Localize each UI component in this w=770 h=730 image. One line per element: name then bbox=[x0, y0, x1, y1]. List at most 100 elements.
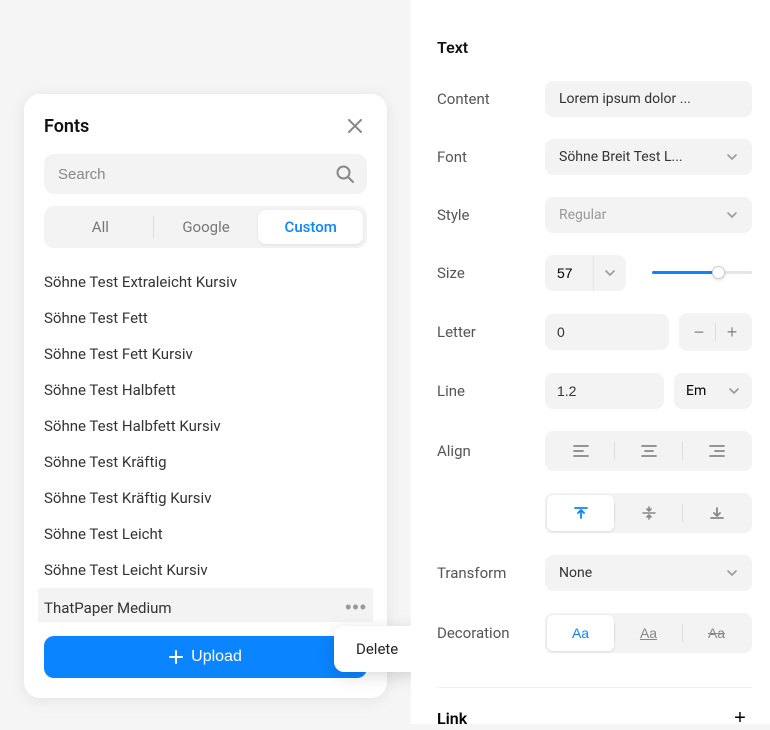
style-value: Regular bbox=[559, 207, 606, 223]
align-center-icon bbox=[641, 444, 657, 458]
font-list[interactable]: Söhne Test Extraleicht Kursiv Söhne Test… bbox=[38, 264, 373, 622]
prop-size: Size bbox=[437, 255, 752, 291]
slider-fill bbox=[652, 271, 714, 274]
align-vertical-group bbox=[545, 493, 752, 533]
search-wrap bbox=[44, 154, 367, 194]
close-icon bbox=[348, 119, 362, 133]
context-menu[interactable]: Delete bbox=[334, 626, 420, 672]
font-item[interactable]: Söhne Test Fett Kursiv bbox=[38, 336, 373, 372]
upload-button[interactable]: Upload bbox=[44, 636, 367, 678]
context-delete: Delete bbox=[356, 640, 398, 658]
decoration-none-button[interactable]: Aa bbox=[547, 615, 614, 651]
align-horizontal-group bbox=[545, 431, 752, 471]
font-value: Söhne Breit Test L... bbox=[559, 149, 683, 165]
font-item[interactable]: Söhne Test Extraleicht Kursiv bbox=[38, 264, 373, 300]
font-name: Söhne Test Leicht bbox=[44, 525, 163, 543]
style-label: Style bbox=[437, 206, 545, 224]
fonts-modal: Fonts All Google Custom Söhne Test Extra… bbox=[24, 94, 387, 698]
transform-label: Transform bbox=[437, 564, 545, 582]
font-label: Font bbox=[437, 148, 545, 166]
text-section-title: Text bbox=[437, 38, 752, 57]
chevron-down-icon bbox=[728, 385, 740, 397]
link-title: Link bbox=[437, 709, 467, 728]
tab-all[interactable]: All bbox=[48, 210, 153, 244]
align-left-icon bbox=[573, 444, 589, 458]
font-item[interactable]: Söhne Test Fett bbox=[38, 300, 373, 336]
letter-plus[interactable]: + bbox=[716, 317, 748, 347]
search-input[interactable] bbox=[44, 154, 367, 194]
decoration-underline-button[interactable]: Aa bbox=[615, 615, 682, 651]
align-left-button[interactable] bbox=[547, 433, 614, 469]
chevron-down-icon bbox=[726, 209, 738, 221]
fonts-modal-header: Fonts bbox=[44, 114, 367, 138]
line-unit-select[interactable]: Em bbox=[674, 373, 752, 409]
align-label: Align bbox=[437, 442, 545, 460]
prop-valign bbox=[437, 493, 752, 533]
letter-stepper: − + bbox=[679, 313, 752, 351]
decoration-strike-button[interactable]: Aa bbox=[683, 615, 750, 651]
tab-custom[interactable]: Custom bbox=[258, 210, 363, 244]
valign-top-icon bbox=[573, 506, 589, 520]
font-item[interactable]: Söhne Test Halbfett Kursiv bbox=[38, 408, 373, 444]
align-center-button[interactable] bbox=[615, 433, 682, 469]
tab-google[interactable]: Google bbox=[154, 210, 259, 244]
font-name: Söhne Test Kräftig bbox=[44, 453, 167, 471]
font-item[interactable]: Söhne Test Kräftig bbox=[38, 444, 373, 480]
transform-select[interactable]: None bbox=[545, 555, 752, 591]
prop-content: Content Lorem ipsum dolor ... bbox=[437, 81, 752, 117]
decoration-group: Aa Aa Aa bbox=[545, 613, 752, 653]
style-select[interactable]: Regular bbox=[545, 197, 752, 233]
valign-middle-button[interactable] bbox=[615, 495, 682, 531]
font-name: Söhne Test Kräftig Kursiv bbox=[44, 489, 211, 507]
decoration-label: Decoration bbox=[437, 624, 545, 642]
font-select[interactable]: Söhne Breit Test L... bbox=[545, 139, 752, 175]
size-dropdown[interactable] bbox=[593, 256, 626, 291]
prop-line: Line Em bbox=[437, 373, 752, 409]
plus-icon bbox=[169, 650, 183, 664]
font-item[interactable]: Söhne Test Kräftig Kursiv bbox=[38, 480, 373, 516]
font-more-button[interactable]: ••• bbox=[345, 597, 367, 618]
content-label: Content bbox=[437, 90, 545, 108]
align-right-button[interactable] bbox=[683, 433, 750, 469]
deco-strike-icon: Aa bbox=[708, 625, 725, 641]
prop-align: Align bbox=[437, 431, 752, 471]
content-value: Lorem ipsum dolor ... bbox=[559, 91, 691, 107]
deco-underline-icon: Aa bbox=[640, 625, 657, 641]
font-item[interactable]: Söhne Test Halbfett bbox=[38, 372, 373, 408]
text-properties-panel: Text Content Lorem ipsum dolor ... Font … bbox=[411, 0, 770, 724]
deco-none-icon: Aa bbox=[572, 625, 589, 641]
font-tabs: All Google Custom bbox=[44, 206, 367, 248]
prop-decoration: Decoration Aa Aa Aa bbox=[437, 613, 752, 653]
size-label: Size bbox=[437, 264, 545, 282]
font-item[interactable]: Söhne Test Leicht Kursiv bbox=[38, 552, 373, 588]
content-field[interactable]: Lorem ipsum dolor ... bbox=[545, 81, 752, 117]
transform-value: None bbox=[559, 565, 592, 581]
size-input[interactable] bbox=[545, 255, 593, 291]
font-name: Söhne Test Halbfett bbox=[44, 381, 176, 399]
prop-letter: Letter − + bbox=[437, 313, 752, 351]
letter-minus[interactable]: − bbox=[683, 317, 715, 347]
line-label: Line bbox=[437, 382, 545, 400]
font-name: Söhne Test Extraleicht Kursiv bbox=[44, 273, 237, 291]
font-name: Söhne Test Halbfett Kursiv bbox=[44, 417, 221, 435]
font-name: Söhne Test Fett Kursiv bbox=[44, 345, 193, 363]
prop-transform: Transform None bbox=[437, 555, 752, 591]
close-button[interactable] bbox=[343, 114, 367, 138]
font-item[interactable]: ThatPaper Medium ••• bbox=[38, 588, 373, 622]
add-link-button[interactable]: + bbox=[728, 706, 752, 730]
prop-font: Font Söhne Breit Test L... bbox=[437, 139, 752, 175]
chevron-down-icon bbox=[604, 267, 616, 279]
prop-style: Style Regular bbox=[437, 197, 752, 233]
letter-input[interactable] bbox=[545, 314, 669, 350]
search-icon bbox=[335, 164, 355, 184]
line-input[interactable] bbox=[545, 373, 664, 409]
size-slider[interactable] bbox=[652, 271, 752, 275]
valign-bottom-icon bbox=[709, 506, 725, 520]
valign-bottom-button[interactable] bbox=[683, 495, 750, 531]
font-name: Söhne Test Fett bbox=[44, 309, 148, 327]
valign-top-button[interactable] bbox=[547, 495, 614, 531]
font-item[interactable]: Söhne Test Leicht bbox=[38, 516, 373, 552]
line-unit: Em bbox=[686, 383, 706, 399]
slider-thumb[interactable] bbox=[712, 266, 725, 279]
chevron-down-icon bbox=[726, 151, 738, 163]
